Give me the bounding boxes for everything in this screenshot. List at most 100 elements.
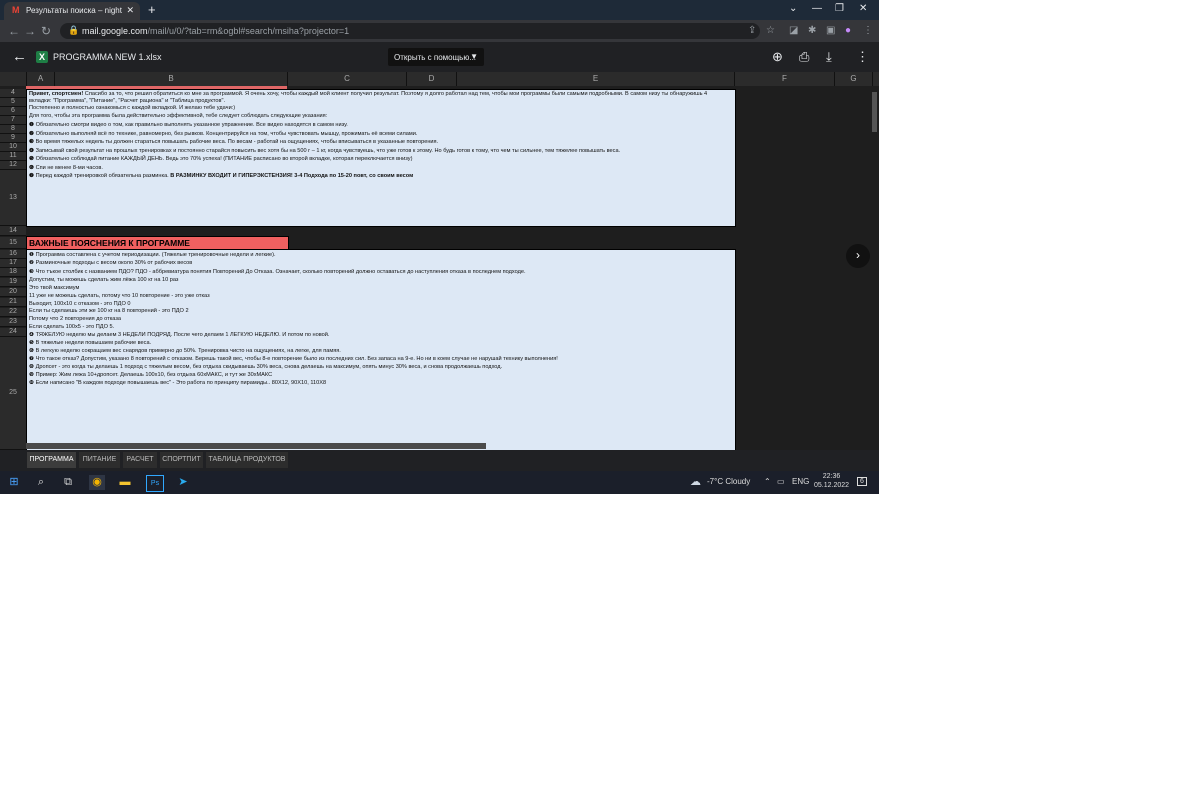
note-line: ❻ В легкую неделю сокращаем вес снарядов… bbox=[29, 348, 341, 354]
note-line: ❽ Дропсет - это когда ты делаешь 1 подхо… bbox=[29, 364, 503, 370]
intro-text-block[interactable]: Привет, спортсмен! Спасибо за то, что ре… bbox=[26, 89, 736, 227]
row-header: 17 bbox=[0, 259, 26, 268]
note-line: Это твой максимум bbox=[29, 285, 80, 291]
row-header: 9 bbox=[0, 134, 26, 143]
intro-line: Для того, чтобы эта программа была дейст… bbox=[29, 113, 328, 119]
note-line: 11 уже не можешь сделать, потому что 10 … bbox=[29, 293, 210, 299]
url-bar[interactable]: 🔒 mail.google.com/mail/u/0/?tab=rm&ogbl#… bbox=[60, 23, 760, 39]
address-toolbar: ← → ↻ 🔒 mail.google.com/mail/u/0/?tab=rm… bbox=[0, 20, 879, 42]
notes-text-block[interactable]: ❶ Программа составлена с учетом периодиз… bbox=[26, 249, 736, 450]
spreadsheet[interactable]: A B C D E F G 4 5 6 7 8 9 10 11 12 13 14… bbox=[0, 72, 879, 450]
avatar[interactable]: ● bbox=[845, 25, 851, 36]
puzzle-icon[interactable]: ✱ bbox=[808, 25, 816, 36]
sidepanel-icon[interactable]: ▣ bbox=[826, 25, 835, 36]
language-indicator[interactable]: ENG bbox=[792, 477, 809, 486]
task-view-icon[interactable]: ⧉ bbox=[60, 475, 76, 490]
intro-line: вкладки: "Программа", "Питание", "Расчет… bbox=[29, 98, 226, 104]
note-line: ❶ Программа составлена с учетом периодиз… bbox=[29, 252, 276, 258]
maximize-icon[interactable]: ❐ bbox=[835, 3, 844, 14]
network-icon[interactable]: ▭ bbox=[777, 477, 785, 486]
note-line: Потому что 2 повторения до отказа bbox=[29, 316, 122, 322]
chrome-icon[interactable]: ◉ bbox=[89, 475, 105, 490]
intro-line: ❶ Обязательно смотри видео о том, как пр… bbox=[29, 122, 348, 128]
back-icon[interactable]: ← bbox=[8, 24, 20, 38]
row-header: 24 bbox=[0, 328, 26, 337]
next-file-button[interactable]: › bbox=[846, 244, 870, 268]
open-with-button[interactable]: Открыть с помощью... ▼ bbox=[388, 48, 484, 66]
intro-line: ❷ Обязательно выполняй всё по технике, р… bbox=[29, 131, 418, 137]
column-header: B bbox=[55, 72, 288, 86]
sheet-tab-sportpit[interactable]: СПОРТПИТ bbox=[160, 452, 203, 468]
close-window-icon[interactable]: ✕ bbox=[859, 3, 867, 14]
photoshop-icon[interactable]: Ps bbox=[146, 475, 164, 492]
close-tab-icon[interactable]: ✕ bbox=[126, 5, 134, 16]
screen: M Результаты поиска – nightcrawler ✕ + ⌄… bbox=[0, 0, 879, 494]
row-header: 4 bbox=[0, 89, 26, 98]
windows-start-icon[interactable]: ⊞ bbox=[6, 475, 22, 490]
tab-search-icon[interactable]: ⌄ bbox=[789, 3, 797, 14]
corner-cell bbox=[0, 72, 27, 86]
new-tab-button[interactable]: + bbox=[148, 2, 156, 17]
intro-line: Постепенно и полностью ознакомься с кажд… bbox=[29, 105, 236, 111]
telegram-icon[interactable]: ➤ bbox=[175, 475, 191, 490]
weather-text[interactable]: -7°C Cloudy bbox=[707, 477, 750, 486]
column-header: E bbox=[457, 72, 735, 86]
row-header: 14 bbox=[0, 226, 26, 236]
file-name: PROGRAMMA NEW 1.xlsx bbox=[53, 52, 162, 62]
row-header: 18 bbox=[0, 268, 26, 277]
sheet-tab-pitanie[interactable]: ПИТАНИЕ bbox=[79, 452, 120, 468]
column-header-row: A B C D E F G bbox=[0, 72, 879, 86]
intro-line: ❻ Спи не менее 8-ми часов. bbox=[29, 165, 103, 171]
row-header: 21 bbox=[0, 298, 26, 307]
row-header: 16 bbox=[0, 250, 26, 259]
row-header: 15 bbox=[0, 237, 26, 249]
horizontal-scrollbar[interactable] bbox=[26, 443, 486, 449]
row-header: 23 bbox=[0, 318, 26, 327]
file-explorer-icon[interactable]: ▬ bbox=[117, 475, 133, 490]
column-header: F bbox=[735, 72, 835, 86]
extension-icon[interactable]: ◪ bbox=[789, 25, 798, 36]
row-header: 12 bbox=[0, 161, 26, 170]
row-header: 8 bbox=[0, 125, 26, 134]
more-options-icon[interactable]: ⋮ bbox=[856, 49, 869, 65]
search-icon[interactable]: ⌕ bbox=[33, 475, 49, 490]
note-line: Допустим, ты можешь сделать жим лёжа 100… bbox=[29, 277, 179, 283]
add-to-drive-icon[interactable]: ⊕ bbox=[772, 49, 783, 65]
viewer-back-icon[interactable]: ← bbox=[12, 48, 27, 65]
intro-line: ❹ Записывай свой результат на прошлых тр… bbox=[29, 148, 621, 154]
sheet-tab-programma[interactable]: ПРОГРАММА bbox=[27, 452, 76, 468]
excel-file-icon: X bbox=[36, 51, 48, 63]
tray-chevron-icon[interactable]: ⌃ bbox=[764, 477, 771, 486]
row-header: 10 bbox=[0, 143, 26, 152]
browser-tab-bar: M Результаты поиска – nightcrawler ✕ + ⌄… bbox=[0, 0, 879, 20]
note-line: ❹ ТЯЖЕЛУЮ неделю мы делаем 3 НЕДЕЛИ ПОДР… bbox=[29, 332, 330, 338]
gmail-icon: M bbox=[12, 5, 20, 15]
print-icon[interactable]: ⎙ bbox=[799, 49, 809, 65]
row-header: 11 bbox=[0, 152, 26, 161]
reload-icon[interactable]: ↻ bbox=[41, 24, 51, 38]
forward-icon[interactable]: → bbox=[24, 24, 36, 38]
note-line: ❼ Что такое отказ? Допустим, указано 8 п… bbox=[29, 356, 558, 362]
download-icon[interactable]: ⤓ bbox=[826, 49, 832, 65]
column-header: A bbox=[27, 72, 55, 86]
chevron-right-icon: › bbox=[856, 248, 860, 262]
minimize-icon[interactable]: — bbox=[812, 3, 822, 14]
column-header: C bbox=[288, 72, 407, 86]
vertical-scrollbar[interactable] bbox=[872, 92, 877, 132]
row-header: 25 bbox=[0, 337, 26, 450]
sheet-tab-raschet[interactable]: РАСЧЕТ bbox=[123, 452, 157, 468]
url-text: mail.google.com/mail/u/0/?tab=rm&ogbl#se… bbox=[82, 26, 350, 36]
menu-dots-icon[interactable]: ⋮ bbox=[863, 25, 873, 36]
bookmark-star-icon[interactable]: ☆ bbox=[766, 25, 775, 36]
clock[interactable]: 22:36 05.12.2022 bbox=[814, 472, 849, 490]
row-header: 13 bbox=[0, 170, 26, 226]
share-icon[interactable]: ⇪ bbox=[748, 25, 756, 36]
intro-line: ❼ Перед каждой тренировкой обязательна р… bbox=[29, 173, 414, 179]
browser-tab[interactable]: M Результаты поиска – nightcrawler ✕ bbox=[4, 2, 140, 20]
note-line: ❷ Разминочные подходы с весом около 30% … bbox=[29, 260, 193, 266]
sheet-tab-products[interactable]: ТАБЛИЦА ПРОДУКТОВ bbox=[206, 452, 288, 468]
note-line: ❿ Если написано "В каждом подходе повыша… bbox=[29, 380, 327, 386]
lock-icon: 🔒 bbox=[68, 25, 80, 35]
row-header: 22 bbox=[0, 308, 26, 317]
notifications-icon[interactable]: 6 bbox=[857, 477, 867, 486]
